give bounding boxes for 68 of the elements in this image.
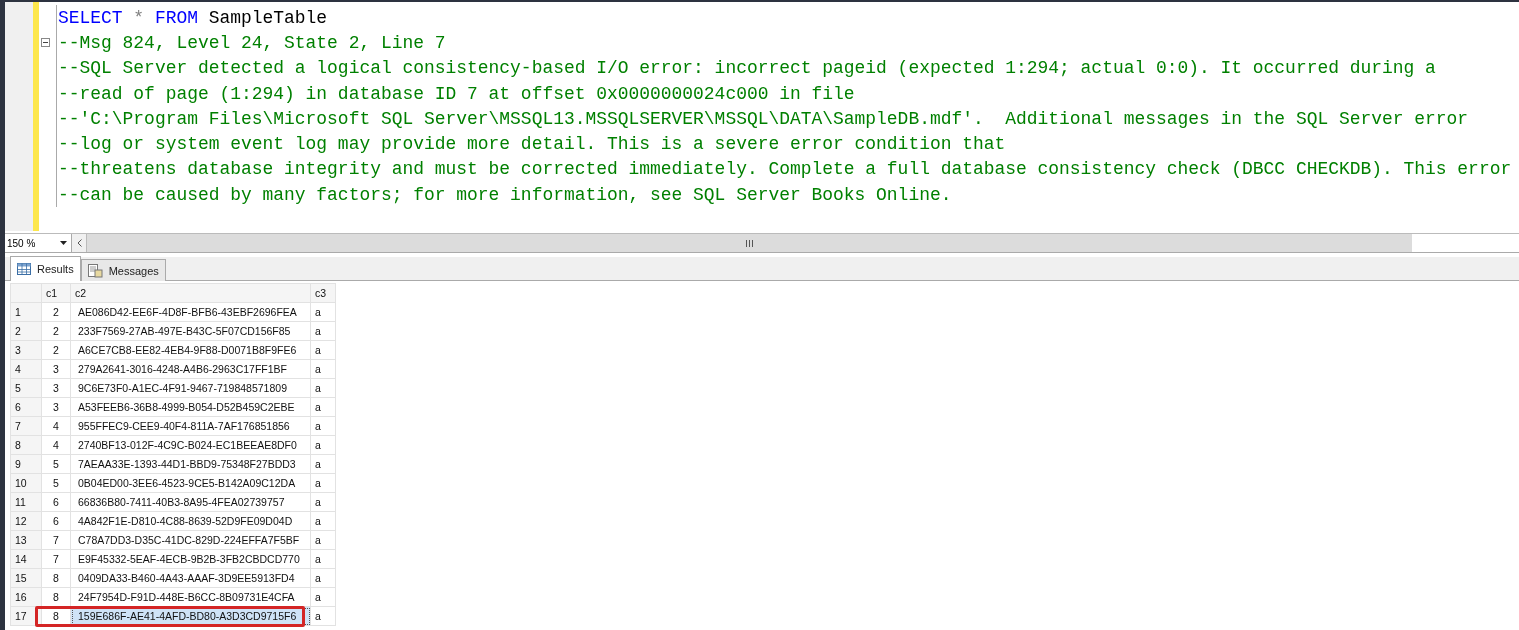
column-header[interactable]: c1 bbox=[41, 283, 71, 303]
result-tab[interactable]: Results bbox=[10, 256, 81, 281]
table-cell: a bbox=[310, 568, 336, 588]
table-cell: a bbox=[310, 397, 336, 417]
comment-line: --SQL Server detected a logical consistency-based I/O error: incorrect pageid (expected 1:294; actual 0:0). It occurred during a bbox=[58, 58, 1436, 79]
table-cell: a bbox=[310, 359, 336, 379]
table-cell: 955FFEC9-CEE9-40F4-811A-7AF176851856 bbox=[70, 416, 311, 436]
table-cell: a bbox=[310, 492, 336, 512]
chevron-left-icon bbox=[76, 239, 82, 248]
table-cell: 2 bbox=[41, 302, 71, 322]
table-cell: a bbox=[310, 435, 336, 455]
table-cell: a bbox=[310, 378, 336, 398]
table-cell: a bbox=[310, 549, 336, 569]
scroll-left-button[interactable] bbox=[72, 234, 87, 252]
table-cell: 8 bbox=[41, 568, 71, 588]
table-cell: 3 bbox=[41, 378, 71, 398]
collapse-icon[interactable] bbox=[40, 38, 50, 48]
table-cell: 2 bbox=[41, 321, 71, 341]
table-cell: 6 bbox=[41, 492, 71, 512]
table-cell: A6CE7CB8-EE82-4EB4-9F88-D0071B8F9FE6 bbox=[70, 340, 311, 360]
table-cell: a bbox=[310, 473, 336, 493]
table-cell: 279A2641-3016-4248-A4B6-2963C17FF1BF bbox=[70, 359, 311, 379]
result-tab[interactable]: Messages bbox=[80, 259, 166, 281]
table-cell: 0409DA33-B460-4A43-AAAF-3D9EE5913FD4 bbox=[70, 568, 311, 588]
table-cell: 4A842F1E-D810-4C88-8639-52D9FE09D04D bbox=[70, 511, 311, 531]
table-cell: 7 bbox=[41, 530, 71, 550]
column-header[interactable]: c3 bbox=[310, 283, 336, 303]
table-cell: 2740BF13-012F-4C9C-B024-EC1BEEAE8DF0 bbox=[70, 435, 311, 455]
grip-icon bbox=[746, 239, 753, 247]
table-cell: 66836B80-7411-40B3-8A95-4FEA02739757 bbox=[70, 492, 311, 512]
table-cell: 9C6E73F0-A1EC-4F91-9467-719848571809 bbox=[70, 378, 311, 398]
sql-query-line: SELECT * FROM SampleTable bbox=[58, 7, 328, 28]
table-cell: E9F45332-5EAF-4ECB-9B2B-3FB2CBDCD770 bbox=[70, 549, 311, 569]
table-cell: C78A7DD3-D35C-41DC-829D-224EFFA7F5BF bbox=[70, 530, 311, 550]
table-cell: A53FEEB6-36B8-4999-B054-D52B459C2EBE bbox=[70, 397, 311, 417]
comment-line: --threatens database integrity and must be corrected immediately. Complete a full database consistency check (DBCC CHECKDB). This error bbox=[58, 159, 1512, 180]
comment-line: --Msg 824, Level 24, State 2, Line 7 bbox=[58, 32, 446, 53]
table-cell: 7 bbox=[41, 549, 71, 569]
table-cell: a bbox=[310, 321, 336, 341]
comment-line: --can be caused by many factors; for more information, see SQL Server Books Online. bbox=[58, 184, 952, 205]
grid-icon bbox=[17, 263, 31, 275]
comment-line: --'C:\Program Files\Microsoft SQL Server\MSSQL13.MSSQLSERVER\MSSQL\DATA\SampleDB.mdf'. Additional messages in the SQL Server error bbox=[58, 108, 1469, 129]
table-cell: 6 bbox=[41, 511, 71, 531]
table-cell: a bbox=[310, 302, 336, 322]
table-cell: 4 bbox=[41, 435, 71, 455]
table-cell: 5 bbox=[41, 454, 71, 474]
table-cell: a bbox=[310, 511, 336, 531]
zoom-dropdown[interactable]: 150 % bbox=[5, 234, 72, 252]
comment-line: --log or system event log may provide more detail. This is a severe error condition that bbox=[58, 134, 1006, 155]
column-header[interactable]: c2 bbox=[70, 283, 311, 303]
table-cell: 3 bbox=[41, 359, 71, 379]
table-cell: 233F7569-27AB-497E-B43C-5F07CD156F85 bbox=[70, 321, 311, 341]
table-cell: 0B04ED00-3EE6-4523-9CE5-B142A09C12DA bbox=[70, 473, 311, 493]
comment-line: --read of page (1:294) in database ID 7 at offset 0x0000000024c000 in file bbox=[58, 83, 855, 104]
messages-icon bbox=[87, 263, 103, 278]
table-cell: 5 bbox=[41, 473, 71, 493]
table-cell: a bbox=[310, 340, 336, 360]
table-cell: a bbox=[310, 454, 336, 474]
table-cell: 7AEAA33E-1393-44D1-BBD9-75348F27BDD3 bbox=[70, 454, 311, 474]
table-cell: a bbox=[310, 530, 336, 550]
table-cell: 4 bbox=[41, 416, 71, 436]
table-cell: a bbox=[310, 416, 336, 436]
table-cell: AE086D42-EE6F-4D8F-BFB6-43EBF2696FEA bbox=[70, 302, 311, 322]
table-cell: a bbox=[310, 587, 336, 607]
table-cell: a bbox=[310, 606, 336, 626]
table-cell: 3 bbox=[41, 397, 71, 417]
table-cell: 2 bbox=[41, 340, 71, 360]
dropdown-arrow-icon bbox=[60, 241, 67, 246]
